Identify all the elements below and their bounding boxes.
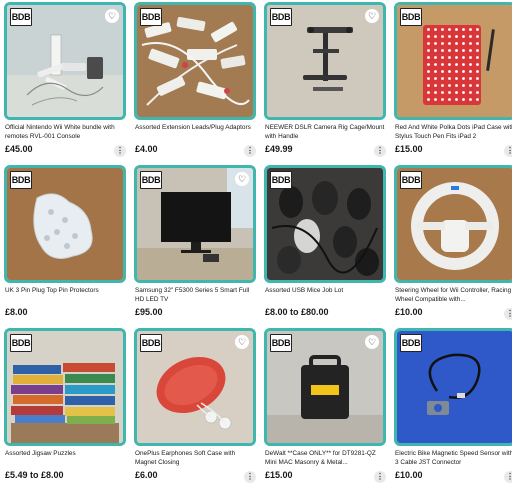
listing-title[interactable]: OnePlus Earphones Soft Case with Magnet … [135, 449, 256, 468]
seller-logo: BDB [400, 8, 422, 26]
listing-image[interactable]: BDB [394, 2, 512, 120]
listing-title[interactable]: NEEWER DSLR Camera Rig Cage/Mount with H… [265, 123, 386, 142]
listing-image[interactable]: BDB [394, 328, 512, 446]
listing-card[interactable]: BDB ♡ OnePlus Earphones Soft Case with M… [134, 328, 256, 491]
listing-title[interactable]: Assorted USB Mice Job Lot [265, 286, 386, 305]
listing-card[interactable]: BDB Electric Bike Magnetic Speed Sensor … [394, 328, 512, 491]
more-vertical-icon[interactable]: ⋮ [504, 471, 512, 483]
listing-title[interactable]: Official Nintendo Wii White bundle with … [5, 123, 126, 142]
more-vertical-icon[interactable]: ⋮ [374, 145, 386, 157]
listing-price: £10.00 [395, 307, 423, 317]
more-vertical-icon[interactable]: ⋮ [244, 145, 256, 157]
listing-image[interactable]: BDB [4, 165, 126, 283]
listing-card[interactable]: BDB UK 3 Pin Plug Top Pin Protectors £8.… [4, 165, 126, 328]
listing-title[interactable]: UK 3 Pin Plug Top Pin Protectors [5, 286, 126, 305]
listing-price: £45.00 [5, 144, 33, 154]
listing-price: £8.00 [5, 307, 28, 317]
seller-logo: BDB [10, 171, 32, 189]
listing-price: £95.00 [135, 307, 163, 317]
more-vertical-icon[interactable]: ⋮ [504, 145, 512, 157]
listing-image[interactable]: BDB ♡ [264, 328, 386, 446]
listing-title[interactable]: Assorted Jigsaw Puzzles [5, 449, 126, 468]
listing-image[interactable]: BDB [264, 165, 386, 283]
seller-logo: BDB [400, 334, 422, 352]
heart-icon[interactable]: ♡ [105, 9, 119, 23]
listing-title[interactable]: DeWalt **Case ONLY** for DT9281-QZ Mini … [265, 449, 386, 468]
listing-price: £49.99 [265, 144, 293, 154]
more-vertical-icon[interactable]: ⋮ [244, 471, 256, 483]
heart-icon[interactable]: ♡ [235, 335, 249, 349]
seller-logo: BDB [270, 171, 292, 189]
listing-card[interactable]: BDB Red And White Polka Dots iPad Case w… [394, 2, 512, 165]
listing-price: £8.00 to £80.00 [265, 307, 329, 317]
more-vertical-icon[interactable]: ⋮ [114, 145, 126, 157]
listing-card[interactable]: BDB Assorted Extension Leads/Plug Adapto… [134, 2, 256, 165]
seller-logo: BDB [140, 334, 162, 352]
listing-price: £15.00 [395, 144, 423, 154]
seller-logo: BDB [140, 8, 162, 26]
listing-title[interactable]: Electric Bike Magnetic Speed Sensor with… [395, 449, 512, 468]
listing-image[interactable]: BDB ♡ [134, 328, 256, 446]
seller-logo: BDB [270, 8, 292, 26]
listing-image[interactable]: BDB ♡ [264, 2, 386, 120]
heart-icon[interactable]: ♡ [235, 172, 249, 186]
seller-logo: BDB [270, 334, 292, 352]
listing-card[interactable]: BDB ♡ Samsung 32" F5300 Series 5 Smart F… [134, 165, 256, 328]
listing-image[interactable]: BDB ♡ [134, 165, 256, 283]
seller-logo: BDB [10, 8, 32, 26]
seller-logo: BDB [400, 171, 422, 189]
seller-logo: BDB [10, 334, 32, 352]
listing-image[interactable]: BDB [134, 2, 256, 120]
more-vertical-icon[interactable]: ⋮ [504, 308, 512, 320]
listing-price: £15.00 [265, 470, 293, 480]
listing-title[interactable]: Steering Wheel for Wii Controller, Racin… [395, 286, 512, 305]
listing-title[interactable]: Assorted Extension Leads/Plug Adaptors [135, 123, 256, 142]
listing-title[interactable]: Red And White Polka Dots iPad Case with … [395, 123, 512, 142]
listing-card[interactable]: BDB Assorted Jigsaw Puzzles £5.49 to £8.… [4, 328, 126, 491]
listing-card[interactable]: BDB ♡ NEEWER DSLR Camera Rig Cage/Mount … [264, 2, 386, 165]
listing-image[interactable]: BDB ♡ [4, 2, 126, 120]
listing-image[interactable]: BDB [394, 165, 512, 283]
listing-card[interactable]: BDB ♡ Official Nintendo Wii White bundle… [4, 2, 126, 165]
listing-price: £5.49 to £8.00 [5, 470, 64, 480]
listing-card[interactable]: BDB Steering Wheel for Wii Controller, R… [394, 165, 512, 328]
listing-price: £4.00 [135, 144, 158, 154]
listing-grid: BDB ♡ Official Nintendo Wii White bundle… [4, 2, 512, 491]
listing-price: £6.00 [135, 470, 158, 480]
heart-icon[interactable]: ♡ [365, 9, 379, 23]
listing-card[interactable]: BDB ♡ DeWalt **Case ONLY** for DT9281-QZ… [264, 328, 386, 491]
more-vertical-icon[interactable]: ⋮ [374, 471, 386, 483]
listing-image[interactable]: BDB [4, 328, 126, 446]
listing-card[interactable]: BDB Assorted USB Mice Job Lot £8.00 to £… [264, 165, 386, 328]
seller-logo: BDB [140, 171, 162, 189]
heart-icon[interactable]: ♡ [365, 335, 379, 349]
listing-title[interactable]: Samsung 32" F5300 Series 5 Smart Full HD… [135, 286, 256, 305]
listing-price: £10.00 [395, 470, 423, 480]
